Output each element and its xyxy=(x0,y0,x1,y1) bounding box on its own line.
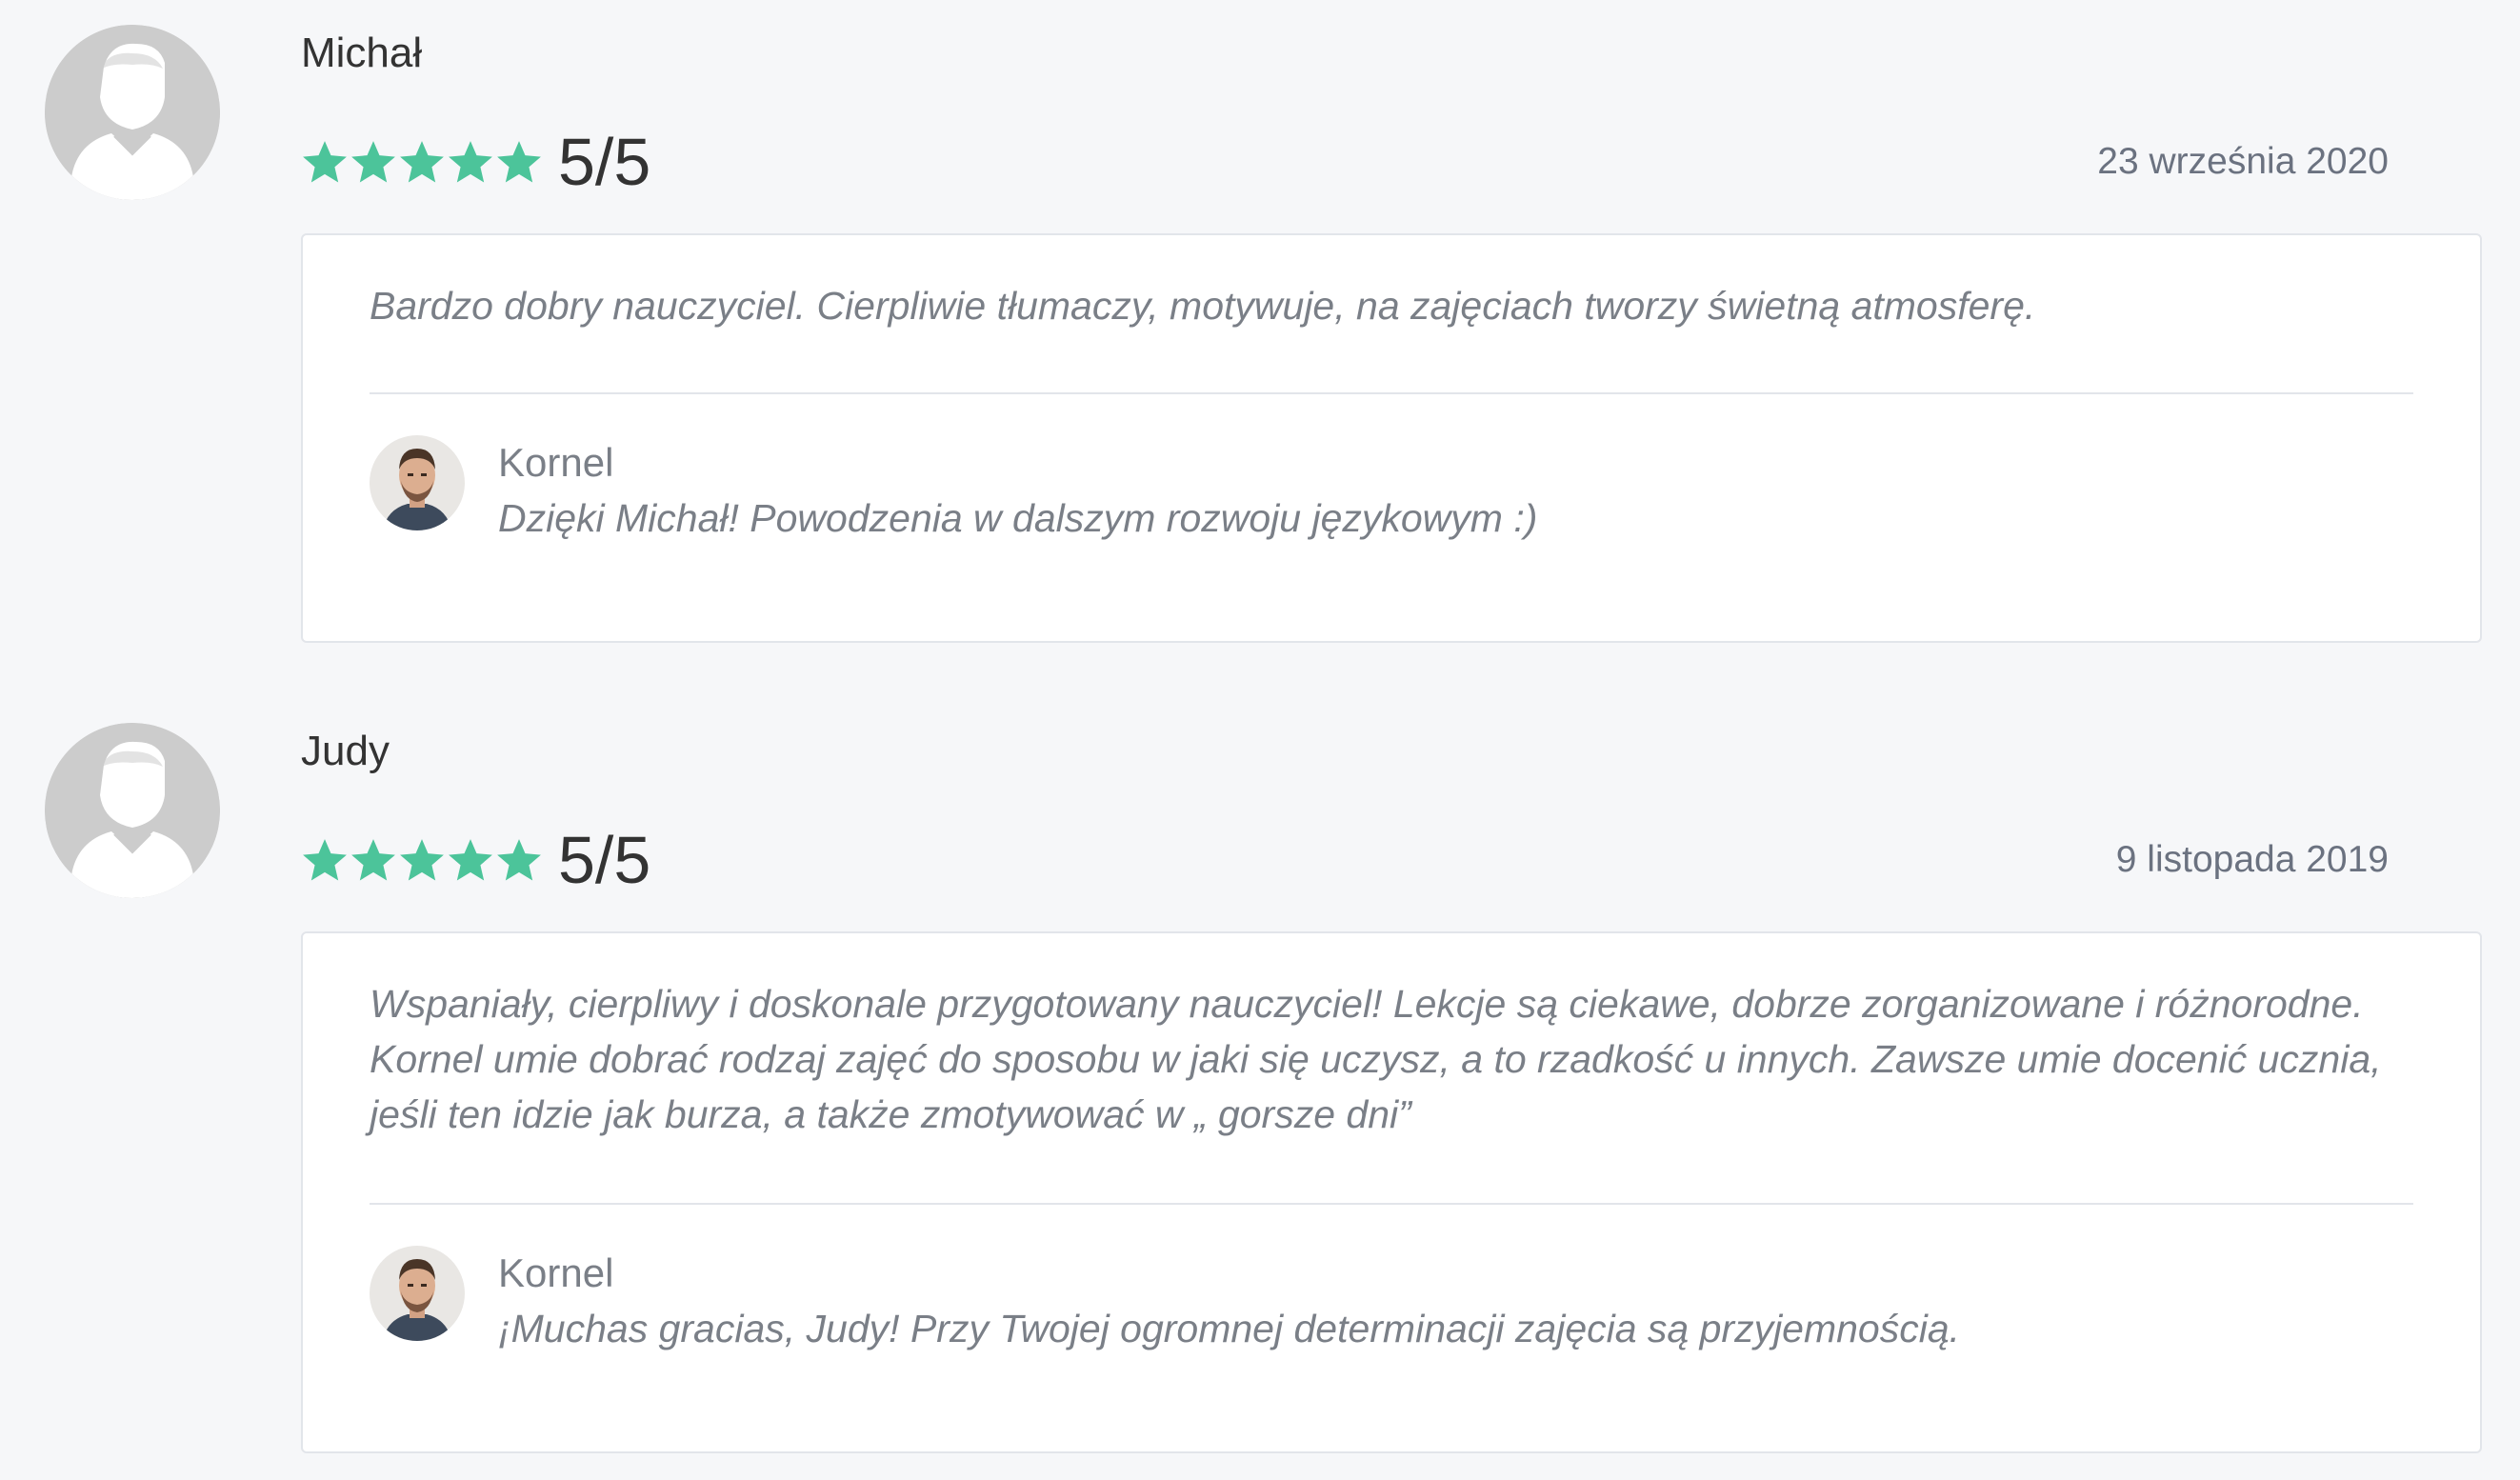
reviewer-name: Michał xyxy=(301,30,423,76)
review-date: 23 września 2020 xyxy=(2097,141,2389,182)
star-icon xyxy=(400,839,444,881)
review-date: 9 listopada 2019 xyxy=(2115,839,2389,880)
review-card: Wspaniały, cierpliwy i doskonale przygot… xyxy=(301,931,2482,1453)
star-icon xyxy=(449,839,492,881)
star-icon xyxy=(400,141,444,183)
star-rating xyxy=(301,138,543,186)
review-text: Bardzo dobry nauczyciel. Cierpliwie tłum… xyxy=(370,278,2413,333)
star-icon xyxy=(303,141,347,183)
review-text-line: jeśli ten idzie jak burza, a także zmoty… xyxy=(370,1092,1411,1136)
rating-score: 5/5 xyxy=(558,125,651,199)
star-icon xyxy=(449,141,492,183)
teacher-avatar xyxy=(370,435,465,530)
star-icon xyxy=(497,141,541,183)
reviewer-avatar-placeholder-icon xyxy=(45,25,220,200)
star-icon xyxy=(351,839,395,881)
reviewer-avatar-placeholder-icon xyxy=(45,723,220,898)
review-text: Wspaniały, cierpliwy i doskonale przygot… xyxy=(370,976,2413,1142)
divider xyxy=(370,1203,2413,1205)
divider xyxy=(370,392,2413,394)
star-rating xyxy=(301,836,543,884)
review-text-line: Kornel umie dobrać rodzaj zajęć do sposo… xyxy=(370,1037,2382,1081)
star-icon xyxy=(303,839,347,881)
reply-text: Dzięki Michał! Powodzenia w dalszym rozw… xyxy=(498,496,1538,540)
rating-score: 5/5 xyxy=(558,823,651,897)
review-card: Bardzo dobry nauczyciel. Cierpliwie tłum… xyxy=(301,233,2482,643)
review-text-line: Wspaniały, cierpliwy i doskonale przygot… xyxy=(370,982,2364,1026)
reviewer-name: Judy xyxy=(301,728,390,774)
reply-author: Kornel xyxy=(498,1250,614,1295)
teacher-avatar xyxy=(370,1246,465,1341)
reply-text: ¡Muchas gracias, Judy! Przy Twojej ogrom… xyxy=(498,1307,1961,1350)
star-icon xyxy=(497,839,541,881)
star-icon xyxy=(351,141,395,183)
reply-author: Kornel xyxy=(498,440,614,485)
review-text-line: Bardzo dobry nauczyciel. Cierpliwie tłum… xyxy=(370,284,2036,328)
rating: 5/5 xyxy=(301,122,650,202)
rating: 5/5 xyxy=(301,820,650,900)
